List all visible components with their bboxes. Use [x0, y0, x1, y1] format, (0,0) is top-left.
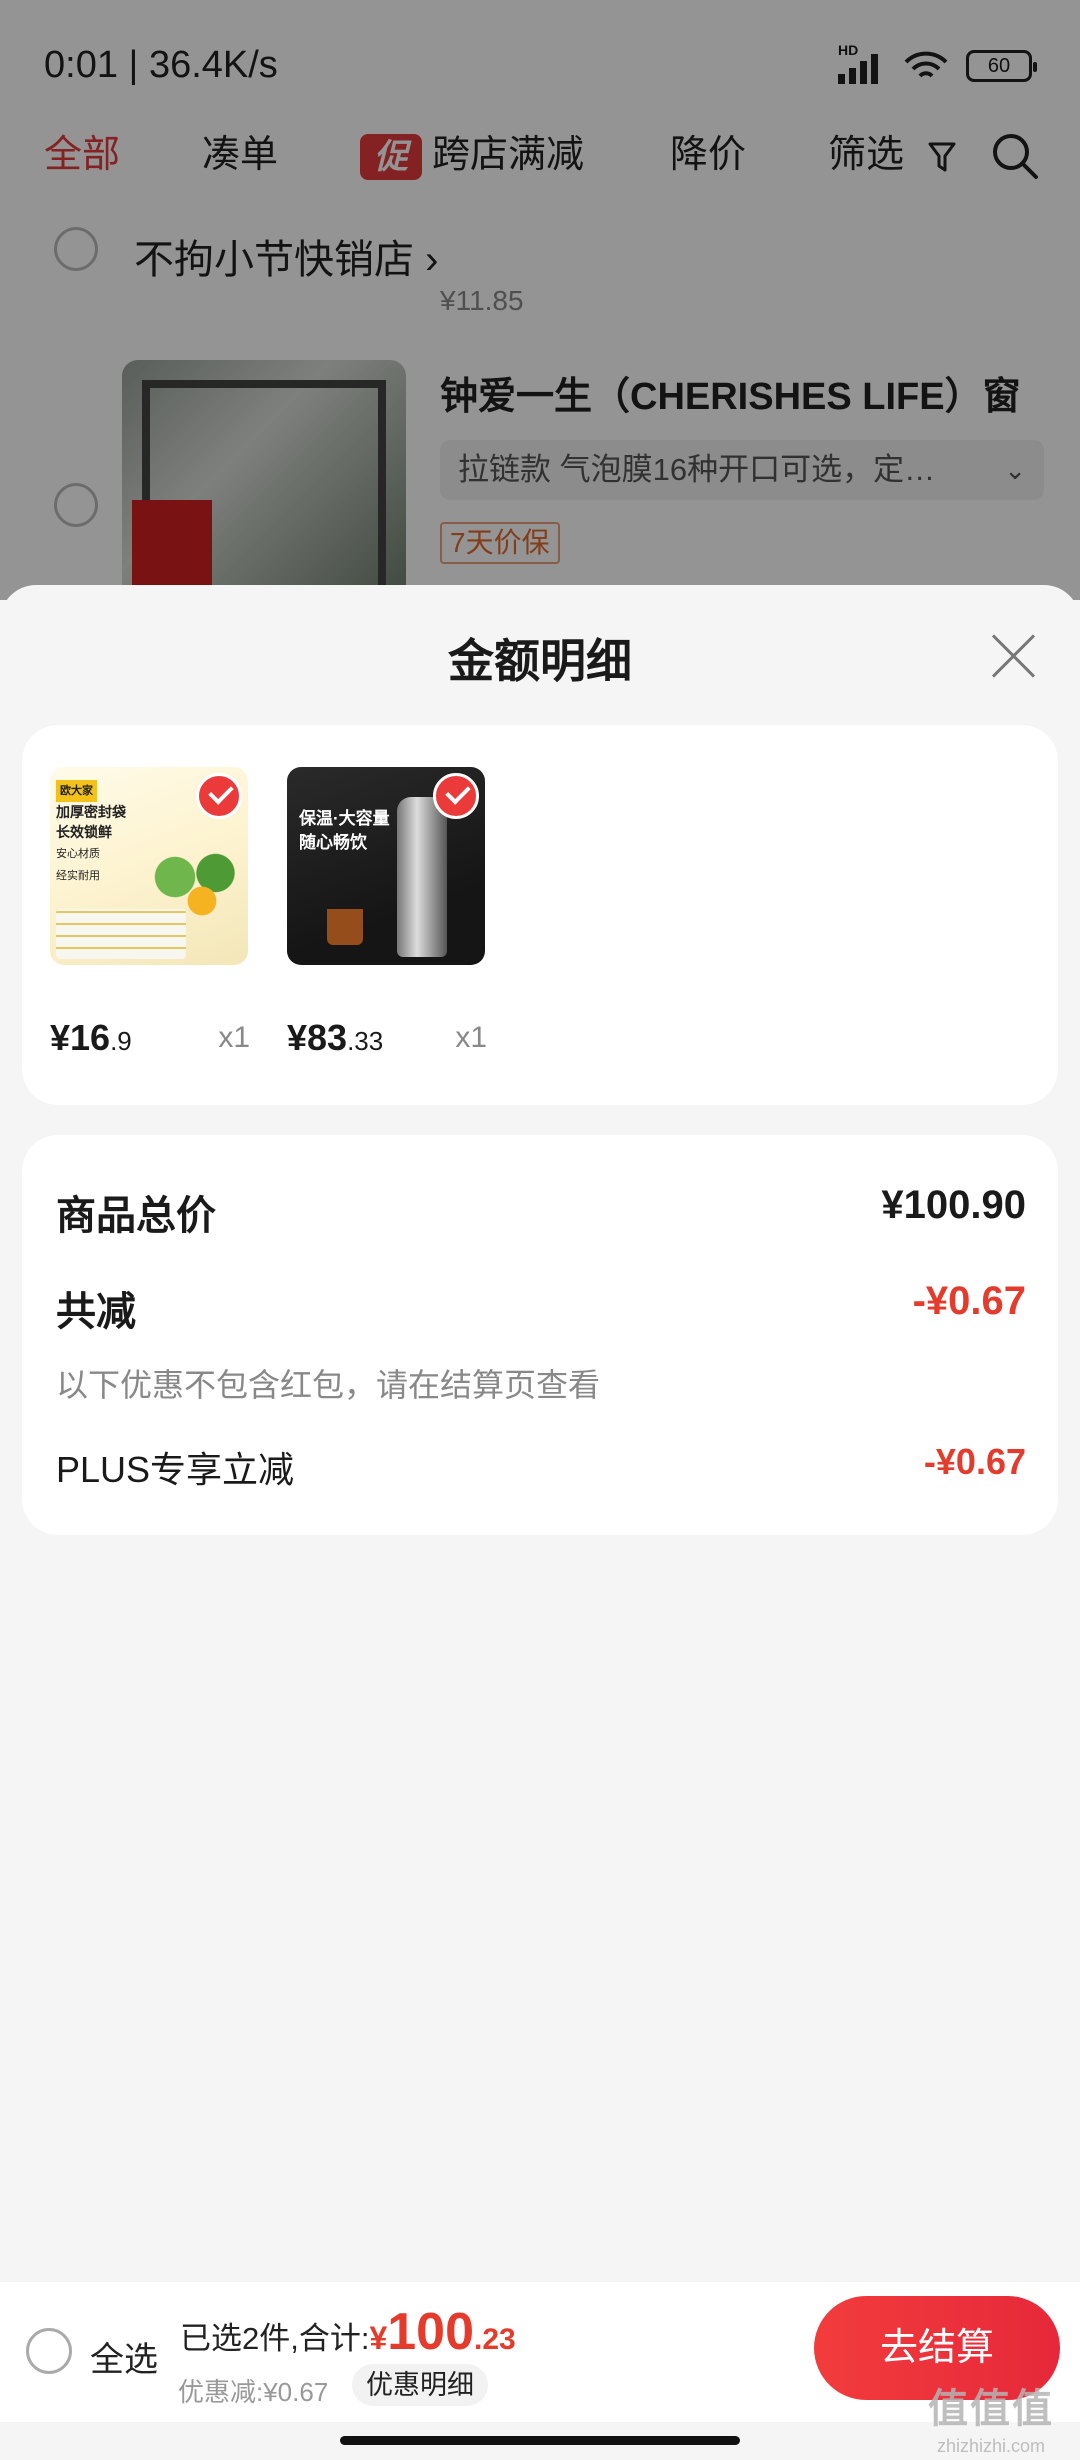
selected-items-card: 欧大家 加厚密封袋 长效锁鲜 安心材质 经实耐用 ¥16.9 x1 保温·大容量… [22, 725, 1058, 1105]
total-amount-int: 100 [387, 2303, 475, 2361]
total-amount-dec: .23 [474, 2323, 516, 2356]
selected-summary: 已选2件,合计:¥100.23 [180, 2302, 516, 2362]
selected-item: 欧大家 加厚密封袋 长效锁鲜 安心材质 经实耐用 ¥16.9 x1 [50, 767, 250, 1058]
item-image-storage-bags[interactable]: 欧大家 加厚密封袋 长效锁鲜 安心材质 经实耐用 [50, 767, 248, 965]
thermos-package-text: 保温·大容量 随心畅饮 [299, 809, 390, 852]
watermark-logo: 值值值 zhizhizhi.com [928, 2387, 1054, 2456]
amount-detail-sheet: 金额明细 欧大家 加厚密封袋 长效锁鲜 安心材质 经实耐用 ¥16.9 x1 保… [0, 585, 1080, 2460]
selected-item: 保温·大容量 随心畅饮 ¥83.33 x1 [287, 767, 487, 1058]
item-price: ¥16.9 [50, 1017, 132, 1058]
total-label: 商品总价 [56, 1194, 216, 1238]
item-price: ¥83.33 [287, 1017, 384, 1058]
discount-detail-button[interactable]: 优惠明细 [352, 2364, 488, 2406]
discount-note: 以下优惠不包含红包，请在结算页查看 [56, 1367, 601, 1403]
price-summary-card: 商品总价 ¥100.90 共减 -¥0.67 以下优惠不包含红包，请在结算页查看… [22, 1135, 1058, 1535]
discount-label: 共减 [56, 1290, 136, 1334]
total-currency: ¥ [369, 2320, 388, 2356]
home-indicator[interactable] [340, 2436, 740, 2445]
select-all-label[interactable]: 全选 [90, 2332, 158, 2381]
plus-discount-value: -¥0.67 [923, 1441, 1026, 1482]
check-icon [433, 773, 479, 819]
plus-discount-label: PLUS专享立减 [56, 1449, 295, 1490]
sheet-title: 金额明细 [448, 635, 632, 687]
check-icon [196, 773, 242, 819]
discount-summary: 优惠减:¥0.67 [178, 2377, 329, 2407]
discount-value: -¥0.67 [912, 1279, 1026, 1323]
item-image-thermos[interactable]: 保温·大容量 随心畅饮 [287, 767, 485, 965]
total-value: ¥100.90 [881, 1183, 1026, 1227]
select-all-radio[interactable] [26, 2328, 72, 2374]
selected-count-text: 已选2件,合计: [180, 2321, 370, 2356]
thermos-graphic [397, 797, 447, 957]
boxes-graphic [56, 909, 186, 959]
item-quantity: x1 [218, 1021, 250, 1054]
tea-cup-graphic [327, 909, 363, 945]
item-quantity: x1 [455, 1021, 487, 1054]
dim-overlay[interactable] [0, 0, 1080, 600]
close-icon[interactable] [988, 630, 1038, 680]
bags-package-text: 欧大家 加厚密封袋 长效锁鲜 安心材质 经实耐用 [56, 779, 146, 886]
